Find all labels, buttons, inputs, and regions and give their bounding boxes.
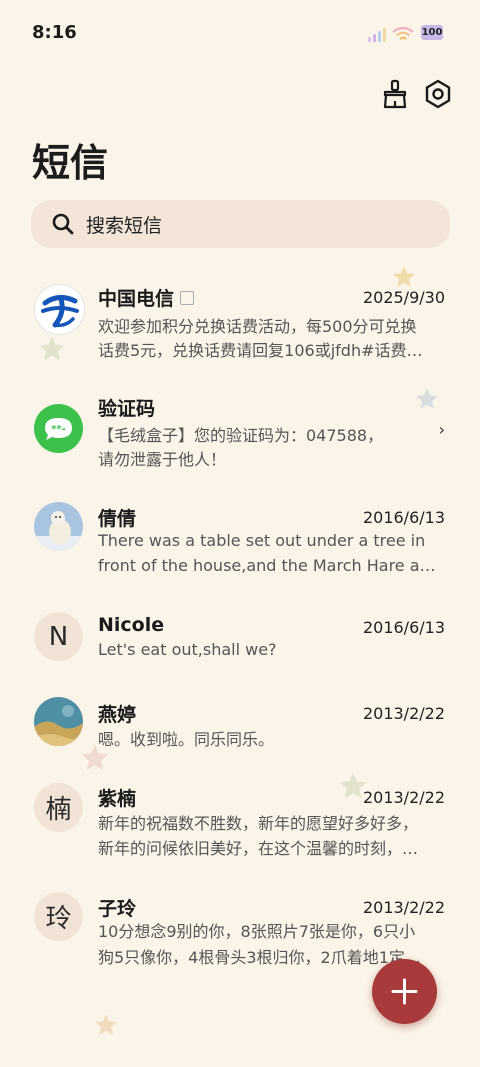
sms-chat-bubble-icon: **-	[34, 404, 83, 453]
message-date: 2013/2/22	[362, 788, 445, 807]
message-preview-line1: 10分想念9别的你，8张照片7张是你，6只小	[98, 922, 416, 941]
message-thread[interactable]: 燕婷 2013/2/22 嗯。收到啦。同乐同乐。	[0, 686, 480, 766]
search-bar[interactable]: 搜索短信	[31, 200, 450, 248]
contact-name: 中国电信	[98, 288, 175, 310]
contact-name: 验证码	[98, 398, 156, 420]
contact-name: Nicole	[98, 614, 165, 636]
message-preview-line2: 话费5元，兑换话费请回复106或jfdh#话费…	[98, 341, 423, 360]
message-preview-line1: There was a table set out under a tree i…	[98, 531, 426, 550]
message-preview-line1: 新年的祝福数不胜数，新年的愿望好多好多，	[98, 814, 419, 833]
china-telecom-logo	[34, 284, 85, 335]
battery-icon: 100	[421, 25, 443, 40]
message-date: 2016/6/13	[362, 618, 445, 637]
wifi-icon	[392, 26, 414, 40]
search-placeholder: 搜索短信	[86, 215, 163, 237]
message-date: 2016/6/13	[362, 508, 445, 527]
message-thread[interactable]: 倩倩 2016/6/13 There was a table set out u…	[0, 490, 480, 590]
signal-icon	[368, 26, 386, 42]
message-preview-line1: 欢迎参加积分兑换话费活动，每500分可兑换	[98, 317, 417, 336]
polar-bear-avatar	[34, 502, 83, 551]
status-time: 8:16	[32, 22, 77, 43]
message-preview-line2: 请勿泄露于他人！	[98, 450, 227, 469]
broom-icon[interactable]	[379, 78, 411, 110]
contact-name: 紫楠	[98, 788, 137, 810]
message-thread[interactable]: N Nicole 2016/6/13 Let's eat out,shall w…	[0, 600, 480, 680]
search-icon	[52, 213, 74, 235]
contact-avatar: N	[34, 612, 83, 661]
contact-avatar: 玲	[34, 892, 83, 941]
new-message-button[interactable]	[372, 959, 437, 1024]
message-thread[interactable]: 楠 紫楠 2013/2/22 新年的祝福数不胜数，新年的愿望好多好多， 新年的问…	[0, 772, 480, 872]
message-date: 2013/2/22	[362, 704, 445, 723]
landscape-avatar	[34, 697, 83, 746]
chevron-right-icon[interactable]: ›	[439, 420, 445, 439]
draft-edit-icon	[180, 291, 195, 305]
contact-name: 子玲	[98, 898, 137, 920]
message-preview-line1: Let's eat out,shall we?	[98, 640, 277, 659]
contact-avatar: 楠	[34, 783, 83, 832]
settings-icon[interactable]	[422, 78, 454, 110]
message-preview-line1: 嗯。收到啦。同乐同乐。	[98, 730, 275, 749]
message-preview-line2: 新年的问候依旧美好，在这个温馨的时刻，…	[98, 839, 419, 858]
star-decoration-icon	[95, 1014, 117, 1035]
page-title: 短信	[32, 141, 109, 185]
message-preview-line1: 【毛绒盒子】您的验证码为：047588，	[98, 426, 384, 445]
message-preview-line2: front of the house,and the March Hare an…	[98, 556, 445, 575]
plus-icon	[391, 978, 418, 1005]
contact-name: 燕婷	[98, 704, 137, 726]
svg-text:**-: **-	[51, 424, 66, 435]
message-date: 2025/9/30	[362, 288, 445, 307]
message-date: 2013/2/22	[362, 898, 445, 917]
contact-name: 倩倩	[98, 508, 137, 530]
message-thread[interactable]: 中国电信 2025/9/30 欢迎参加积分兑换话费活动，每500分可兑换 话费5…	[0, 270, 480, 370]
status-bar: 8:16 100	[0, 0, 480, 68]
message-thread[interactable]: **- 验证码 【毛绒盒子】您的验证码为：047588， 请勿泄露于他人！ ›	[0, 380, 480, 480]
